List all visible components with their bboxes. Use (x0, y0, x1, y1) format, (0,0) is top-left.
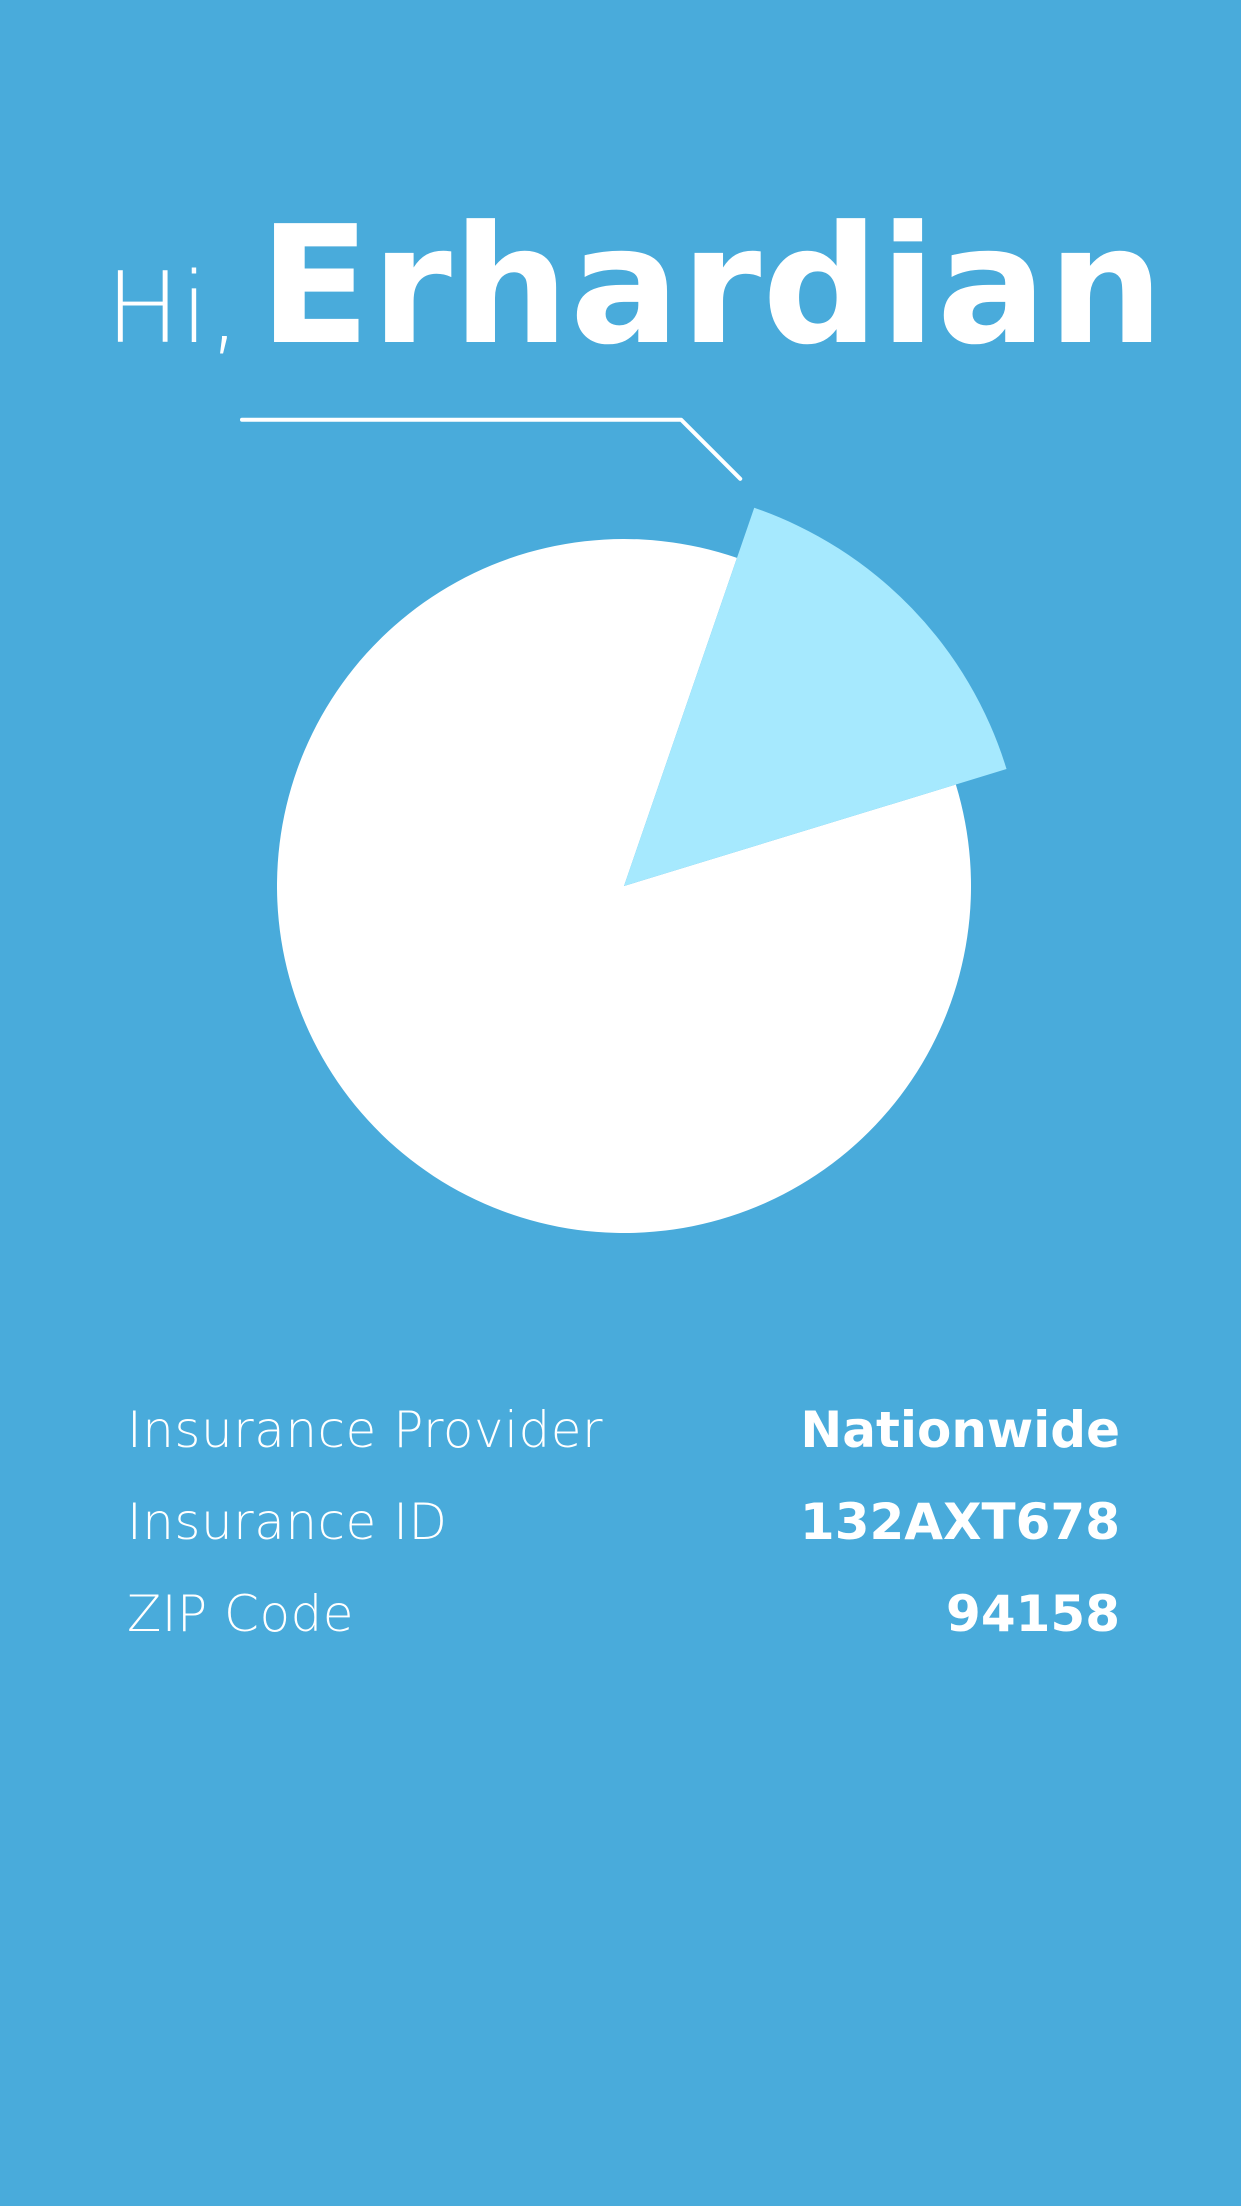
insurance-details: Insurance Provider Nationwide Insurance … (127, 1385, 1120, 1659)
provider-value: Nationwide (800, 1401, 1120, 1459)
pie-callout-line (240, 417, 743, 481)
provider-label: Insurance Provider (127, 1401, 604, 1459)
insurance-id-label: Insurance ID (127, 1493, 448, 1551)
coverage-pie-chart (240, 417, 1007, 1234)
detail-row-insurance-id: Insurance ID 132AXT678 (127, 1477, 1120, 1567)
detail-row-provider: Insurance Provider Nationwide (127, 1385, 1120, 1475)
zip-value: 94158 (946, 1585, 1120, 1643)
detail-row-zip: ZIP Code 94158 (127, 1569, 1120, 1659)
insurance-summary-screen: Hi, Erhardian Insurance Provider Nationwi… (0, 0, 1241, 2206)
zip-label: ZIP Code (127, 1585, 355, 1643)
insurance-id-value: 132AXT678 (799, 1493, 1120, 1551)
pie-slices-group (277, 507, 1007, 1234)
